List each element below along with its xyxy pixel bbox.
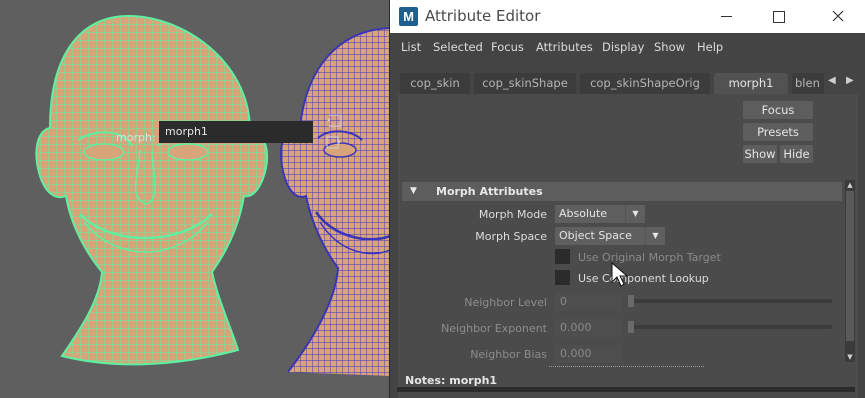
section-title: Morph Attributes: [436, 185, 543, 198]
tab-scroll-right-icon[interactable]: ▶: [846, 75, 854, 86]
morph-mode-dropdown[interactable]: Absolute ▼: [555, 205, 645, 223]
neighbor-bias-label: Neighbor Bias: [470, 348, 547, 361]
use-original-morph-target-label: Use Original Morph Target: [578, 251, 721, 264]
node-name-field[interactable]: morph1: [159, 121, 313, 143]
morph-mode-label: Morph Mode: [478, 208, 547, 221]
morph-mode-value: Absolute: [559, 207, 608, 220]
notes-node-name: morph1: [449, 374, 498, 387]
menu-selected[interactable]: Selected: [433, 40, 483, 54]
neighbor-exponent-slider-handle[interactable]: [628, 321, 634, 333]
neighbor-exponent-label: Neighbor Exponent: [441, 322, 547, 335]
right-head-model[interactable]: [275, 25, 390, 380]
menu-list[interactable]: List: [401, 40, 421, 54]
close-button[interactable]: [815, 0, 861, 33]
neighbor-level-label: Neighbor Level: [464, 296, 547, 309]
morph-space-label: Morph Space: [475, 230, 547, 243]
use-component-lookup-checkbox[interactable]: [555, 270, 570, 285]
title-bar[interactable]: M Attribute Editor: [390, 0, 865, 33]
tab-cop-skinshapeorig[interactable]: cop_skinShapeOrig: [580, 73, 710, 94]
neighbor-level-field[interactable]: 0: [555, 293, 623, 311]
left-head-model[interactable]: [30, 10, 275, 375]
close-icon: [832, 10, 844, 22]
focus-button[interactable]: Focus: [743, 101, 813, 119]
collapse-triangle-icon[interactable]: ▼: [410, 182, 417, 201]
neighbor-bias-field[interactable]: 0.000: [555, 345, 623, 363]
chevron-down-icon: ▼: [625, 205, 645, 223]
menu-help[interactable]: Help: [697, 40, 723, 54]
menu-bar: List Selected Focus Attributes Display S…: [390, 33, 865, 61]
chevron-down-icon: ▼: [645, 227, 665, 245]
presets-button[interactable]: Presets: [743, 123, 813, 141]
morph-space-dropdown[interactable]: Object Space ▼: [555, 227, 665, 245]
menu-show[interactable]: Show: [654, 40, 685, 54]
tab-morph1[interactable]: morph1: [714, 73, 788, 94]
node-name-label: morph:: [116, 131, 156, 144]
neighbor-level-slider-handle[interactable]: [628, 295, 634, 307]
maya-app-icon: M: [399, 7, 418, 26]
load-output-icon[interactable]: [326, 136, 342, 149]
hide-button[interactable]: Hide: [780, 145, 813, 163]
use-component-lookup-label: Use Component Lookup: [578, 272, 709, 285]
scroll-up-icon[interactable]: ▲: [845, 180, 855, 190]
menu-display[interactable]: Display: [602, 40, 644, 54]
neighbor-level-slider[interactable]: [628, 299, 832, 303]
node-tab-bar: cop_skin cop_skinShape cop_skinShapeOrig…: [390, 70, 865, 94]
minimize-button[interactable]: [704, 0, 750, 33]
viewport-canvas[interactable]: [0, 0, 390, 398]
morph-space-value: Object Space: [559, 229, 632, 242]
use-original-morph-target-checkbox[interactable]: [555, 249, 570, 264]
notes-splitter[interactable]: [549, 366, 704, 368]
notes-field[interactable]: [397, 387, 855, 392]
mouse-cursor-icon: [611, 262, 629, 287]
menu-focus[interactable]: Focus: [491, 40, 524, 54]
morph-attributes-section-header[interactable]: ▼ Morph Attributes: [402, 182, 842, 201]
window-title: Attribute Editor: [425, 7, 541, 25]
tab-scroll-left-icon[interactable]: ◀: [828, 75, 836, 86]
tab-cop-skin[interactable]: cop_skin: [400, 73, 470, 94]
notes-label: Notes: morph1: [405, 374, 498, 387]
neighbor-exponent-field[interactable]: 0.000: [555, 319, 623, 337]
load-input-icon[interactable]: [326, 114, 342, 127]
tab-blend[interactable]: blen: [792, 73, 824, 94]
attribute-scrollbar[interactable]: ▲ ▼: [845, 180, 855, 362]
menu-attributes[interactable]: Attributes: [536, 40, 593, 54]
neighbor-exponent-slider[interactable]: [628, 325, 832, 329]
scroll-thumb[interactable]: [846, 191, 854, 341]
viewport-panel[interactable]: [0, 0, 390, 398]
maximize-button[interactable]: [756, 0, 802, 33]
tab-cop-skinshape[interactable]: cop_skinShape: [474, 73, 576, 94]
scroll-down-icon[interactable]: ▼: [845, 352, 855, 362]
show-button[interactable]: Show: [743, 145, 777, 163]
